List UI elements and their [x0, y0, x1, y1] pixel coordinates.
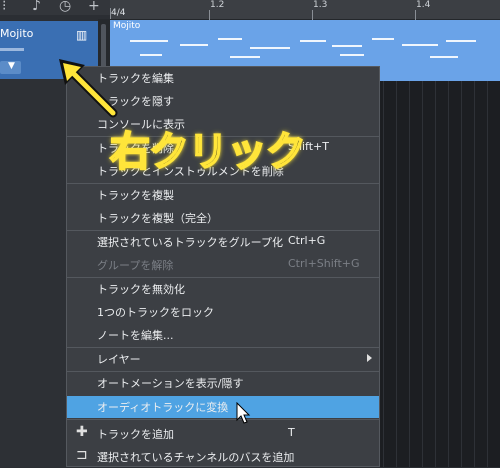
ruler-tick: 1.4 — [416, 0, 431, 10]
time-signature: 4/4 — [111, 8, 126, 18]
plus-icon: ✚ — [76, 424, 88, 440]
ruler-tick: 1.2 — [210, 0, 225, 10]
menu-item-convert-to-audio-track[interactable]: オーディオトラックに変換 — [67, 396, 379, 418]
shortcut: Ctrl+G — [288, 234, 326, 247]
mouse-cursor-icon — [236, 402, 251, 424]
top-toolbar: ⁝ ♪ ◷ + — [0, 0, 110, 15]
menu-item-lock-track[interactable]: 1つのトラックをロック — [67, 301, 379, 323]
metronome-icon[interactable]: ◷ — [59, 0, 71, 13]
piano-keyboard-icon[interactable]: ▥ — [76, 28, 87, 42]
grid-tool-icon[interactable]: ⁝ — [2, 0, 6, 13]
menu-item-add-bus[interactable]: ⊐ 選択されているチャンネルのバスを追加 — [67, 446, 379, 468]
bus-icon: ⊐ — [76, 447, 88, 463]
menu-item-duplicate-track-full[interactable]: トラックを複製（完全） — [67, 207, 379, 229]
menu-item-duplicate-track[interactable]: トラックを複製 — [67, 184, 379, 206]
chevron-down-icon: ▼ — [8, 61, 15, 71]
submenu-arrow-icon — [367, 354, 372, 362]
shortcut: Ctrl+Shift+G — [288, 257, 360, 270]
callout-arrow-icon — [59, 59, 118, 118]
menu-item-show-automation[interactable]: オートメーションを表示/隠す — [67, 372, 379, 394]
menu-item-ungroup: グループを解除 Ctrl+Shift+G — [97, 257, 360, 272]
part-label: Mojito — [113, 21, 141, 31]
note-icon[interactable]: ♪ — [32, 0, 41, 13]
menu-item-disable-track[interactable]: トラックを無効化 — [67, 278, 379, 300]
menu-item-group-tracks[interactable]: 選択されているトラックをグループ化 Ctrl+G — [67, 231, 379, 253]
menu-item-layers[interactable]: レイヤー — [67, 348, 379, 370]
menu-item-add-track[interactable]: ✚ トラックを追加 T — [67, 423, 379, 445]
ruler-tick: 1.3 — [313, 0, 328, 10]
callout-text: 右クリック — [109, 128, 307, 176]
track-volume-fader[interactable] — [0, 48, 24, 51]
arrangement-grid[interactable] — [380, 81, 500, 467]
track-name: Mojito — [0, 27, 34, 40]
shortcut: T — [288, 426, 295, 439]
track-dropdown[interactable]: ▼ — [0, 61, 21, 74]
menu-item-edit-notes[interactable]: ノートを編集... — [67, 324, 379, 346]
add-icon[interactable]: + — [88, 0, 100, 13]
menu-divider — [67, 419, 379, 420]
timeline-ruler[interactable]: 1.2 1.3 1.4 — [110, 0, 500, 21]
